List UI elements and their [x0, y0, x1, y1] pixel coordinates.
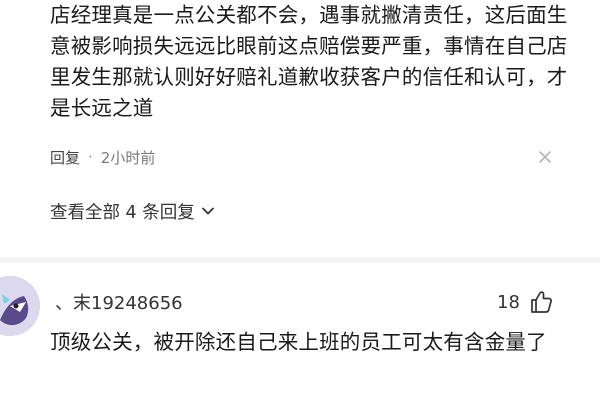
comment-timestamp: 2小时前 — [100, 148, 156, 167]
avatar[interactable] — [0, 276, 40, 336]
view-all-replies-label: 查看全部 4 条回复 — [50, 202, 195, 223]
comment-meta: 回复 · 2小时前 — [50, 144, 155, 170]
comment-divider — [0, 257, 600, 263]
meta-separator: · — [88, 148, 93, 166]
comment-text: 店经理真是一点公关都不会，遇事就撇清责任，这后面生意被影响损失远远比眼前这点赔偿… — [50, 3, 568, 120]
like-count: 18 — [497, 291, 520, 313]
thumbs-up-icon[interactable] — [528, 289, 554, 315]
comment-text-2: 顶级公关，被开除还自己来上班的员工可太有含金量了 — [50, 330, 547, 354]
comment-username[interactable]: 、末19248656 — [55, 288, 183, 316]
chevron-down-icon — [201, 207, 214, 215]
reply-button[interactable]: 回复 — [50, 147, 80, 168]
avatar-image — [0, 276, 40, 336]
comment-feed: 店经理真是一点公关都不会，遇事就撇清责任，这后面生意被影响损失远远比眼前这点赔偿… — [0, 0, 600, 405]
view-all-replies-button[interactable]: 查看全部 4 条回复 — [50, 197, 215, 225]
close-icon[interactable] — [536, 148, 554, 166]
